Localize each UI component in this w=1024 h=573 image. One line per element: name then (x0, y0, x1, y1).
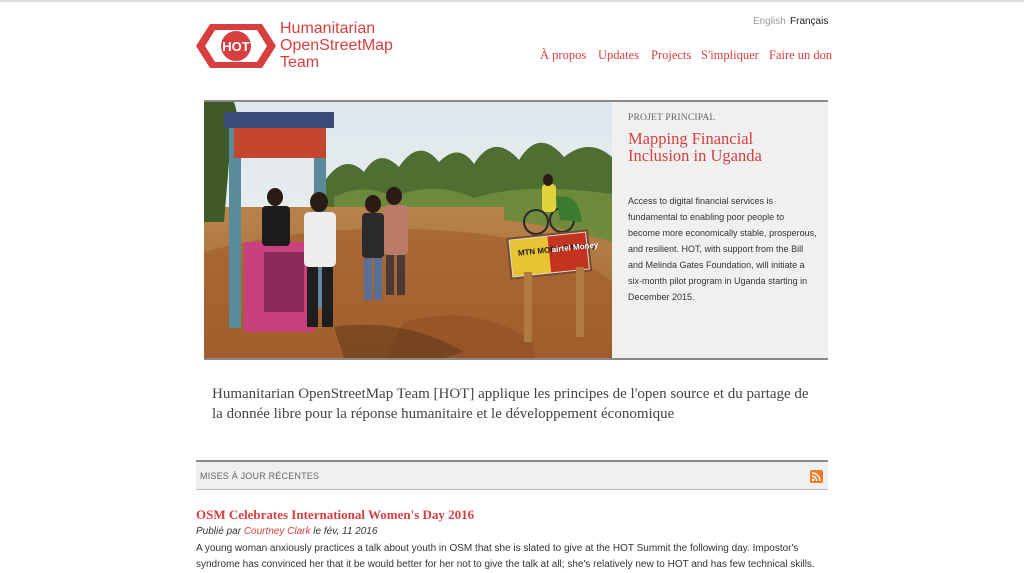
recent-updates-header: MISES À JOUR RÉCENTES (196, 460, 828, 490)
brand-name: Humanitarian OpenStreetMap Team (280, 20, 393, 71)
featured-kicker: PROJET PRINCIPAL (628, 113, 716, 123)
brand-name-line2: OpenStreetMap (280, 37, 393, 54)
post-excerpt: A young woman anxiously practices a talk… (196, 543, 815, 570)
post-date: le fév, 11 2016 (313, 526, 378, 537)
rss-icon[interactable] (810, 470, 823, 483)
nav-get-involved[interactable]: S'impliquer (701, 48, 759, 63)
featured-project-description: Access to digital financial services is … (628, 196, 817, 302)
nav-donate[interactable]: Faire un don (769, 48, 832, 63)
brand-name-line3: Team (280, 54, 320, 71)
nav-updates[interactable]: Updates (598, 48, 639, 63)
top-border (0, 0, 1024, 2)
uganda-photo-image: MTN MOBILE Money airtel Money (204, 102, 612, 358)
lang-english-link[interactable]: English (753, 16, 786, 27)
brand-name-line1: Humanitarian (280, 20, 376, 37)
logo-badge-text: HOT (222, 39, 250, 54)
mission-statement: Humanitarian OpenStreetMap Team [HOT] ap… (212, 386, 809, 422)
post-meta-prefix: Publié par (196, 526, 242, 537)
recent-updates-label: MISES À JOUR RÉCENTES (200, 471, 320, 481)
featured-project-title[interactable]: Mapping Financial Inclusion in Uganda (628, 130, 818, 164)
lang-french-link[interactable]: Français (790, 16, 828, 27)
nav-projects[interactable]: Projects (651, 48, 691, 63)
post-meta: Publié par Courtney Clark le fév, 11 201… (196, 526, 377, 537)
post-author-link[interactable]: Courtney Clark (244, 526, 311, 537)
nav-about[interactable]: À propos (540, 48, 586, 63)
post-title-link[interactable]: OSM Celebrates International Women's Day… (196, 507, 474, 523)
featured-project: MTN MOBILE Money airtel Money PROJET PRI… (204, 100, 828, 360)
hot-logo-icon: HOT (196, 24, 276, 68)
hot-logo[interactable]: HOT Humanitarian OpenStreetMap Team (196, 20, 416, 72)
featured-project-photo[interactable]: MTN MOBILE Money airtel Money (204, 102, 612, 358)
